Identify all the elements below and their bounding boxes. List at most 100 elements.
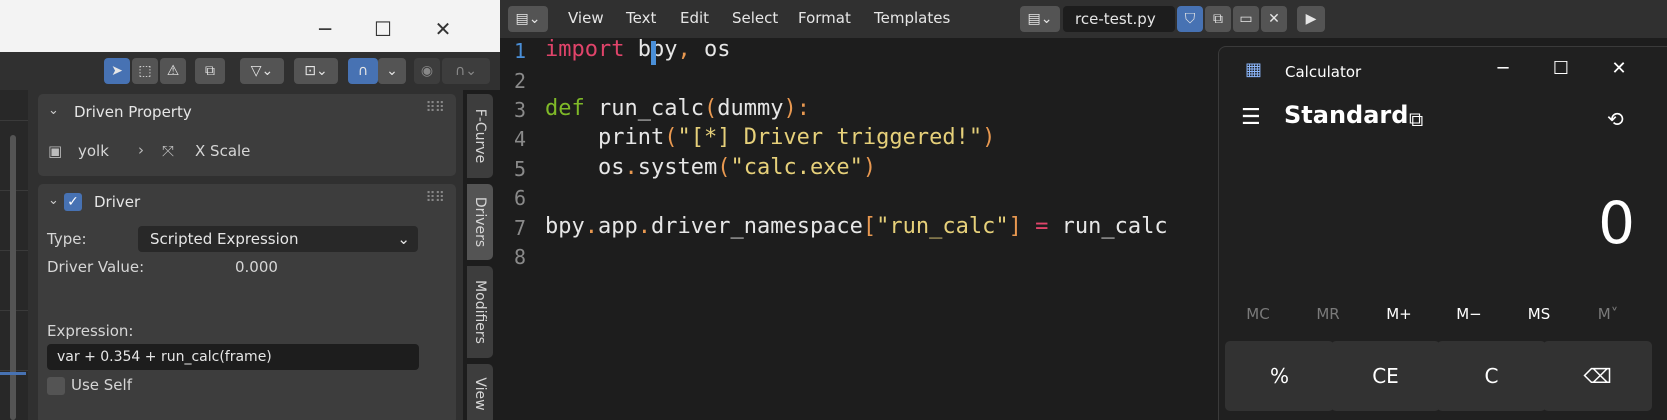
keep-on-top-icon[interactable]: ⧉ (1409, 107, 1423, 131)
run-script-button[interactable]: ▶ (1297, 6, 1325, 32)
memory-store-button[interactable]: MS (1504, 305, 1574, 323)
code-token: def (545, 96, 585, 121)
expression-field[interactable]: var + 0.354 + run_calc(frame) (47, 344, 419, 370)
backspace-key[interactable]: ⌫ (1543, 341, 1652, 411)
driven-property-header[interactable]: ⌄ Driven Property ⠿⠿ (38, 94, 456, 130)
calculator-title: Calculator (1285, 63, 1362, 81)
chevron-down-icon: ⌄ (386, 63, 398, 79)
driver-panel-header[interactable]: ⌄ ✓ Driver ⠿⠿ (38, 184, 456, 220)
chevron-down-icon: ⌄ (48, 103, 59, 118)
open-text-button[interactable]: ▭ (1233, 6, 1259, 32)
tab-modifiers[interactable]: Modifiers (467, 266, 493, 358)
driver-window-titlebar: ─ ☐ ✕ (0, 0, 500, 52)
code-token: print (545, 125, 665, 150)
hamburger-menu-icon[interactable]: ☰ (1241, 105, 1261, 130)
calculator-window: ▦ Calculator ─ ☐ ✕ ☰ Standard ⧉ ⟲ 0 MC M… (1218, 46, 1667, 420)
drag-grip-icon[interactable]: ⠿⠿ (425, 100, 444, 116)
select-region-button[interactable]: ⬚ (132, 58, 158, 84)
code-line[interactable]: os.system("calc.exe") (545, 155, 876, 180)
memory-add-button[interactable]: M+ (1364, 305, 1434, 323)
maximize-button[interactable]: ☐ (368, 14, 398, 44)
snap-dropdown[interactable]: ⌄ (378, 58, 406, 84)
new-text-button[interactable]: ⧉ (1205, 6, 1231, 32)
history-icon[interactable]: ⟲ (1607, 107, 1624, 131)
code-line[interactable]: import bpy, os (545, 37, 730, 62)
select-box-button[interactable]: ➤ (104, 58, 130, 84)
sidebar-tabs: F-Curve Drivers Modifiers View (463, 90, 500, 420)
code-token: . (624, 155, 638, 180)
code-line[interactable]: bpy.app.driver_namespace["run_calc"] = r… (545, 214, 1168, 239)
warning-filter-button[interactable]: ⚠ (160, 58, 186, 84)
text-file-icon: ▤⌄ (1027, 11, 1053, 27)
driver-type-value: Scripted Expression (150, 230, 299, 248)
drag-grip-icon[interactable]: ⠿⠿ (425, 190, 444, 206)
minimize-button[interactable]: ─ (310, 14, 340, 44)
channel-scrollbar[interactable] (10, 135, 16, 420)
menu-text[interactable]: Text (626, 9, 656, 27)
percent-key[interactable]: % (1225, 341, 1334, 411)
driver-value-label: Driver Value: (47, 258, 145, 276)
desktop: ─ ☐ ✕ ➤ ⬚ ⚠ ⧉ ▽⌄ ⊡⌄ ∩ ⌄ ◉ ∩⌄ ⌄ Driven Pr… (0, 0, 1667, 420)
code-token: import (545, 37, 625, 62)
code-token: driver_namespace (651, 214, 863, 239)
menu-templates[interactable]: Templates (874, 9, 950, 27)
editor-type-dropdown[interactable]: ▤⌄ (508, 6, 548, 32)
proportional-toggle[interactable]: ◉ (414, 58, 440, 84)
object-icon: ▣ (48, 142, 63, 160)
tab-view[interactable]: View (467, 364, 493, 420)
calc-close-button[interactable]: ✕ (1599, 55, 1639, 83)
code-line[interactable]: def run_calc(dummy): (545, 96, 810, 121)
driver-panel-title: Driver (94, 193, 141, 211)
close-button[interactable]: ✕ (428, 14, 458, 44)
filter-dropdown[interactable]: ▽⌄ (240, 58, 284, 84)
line-number: 1 (513, 39, 526, 63)
tab-drivers[interactable]: Drivers (467, 184, 493, 260)
cursor-icon: ➤ (111, 63, 123, 79)
line-number-gutter: 1 2 3 4 5 6 7 8 (500, 38, 532, 420)
memory-subtract-button[interactable]: M− (1434, 305, 1504, 323)
code-line[interactable]: print("[*] Driver triggered!") (545, 125, 995, 150)
use-self-checkbox[interactable] (47, 377, 65, 395)
driven-property-name: X Scale (195, 142, 251, 160)
calc-maximize-button[interactable]: ☐ (1541, 55, 1581, 83)
memory-recall-button[interactable]: MR (1293, 305, 1363, 323)
clear-entry-key[interactable]: CE (1331, 341, 1440, 411)
code-token: , (677, 37, 691, 62)
menu-edit[interactable]: Edit (680, 9, 709, 27)
unlink-text-button[interactable]: ✕ (1261, 6, 1287, 32)
copy-icon: ⧉ (1213, 11, 1223, 27)
line-number: 3 (513, 98, 526, 122)
code-token: "run_calc" (876, 214, 1009, 239)
tab-f-curve[interactable]: F-Curve (467, 94, 493, 178)
browse-text-dropdown[interactable]: ▤⌄ (1020, 6, 1060, 32)
code-token: ( (664, 125, 678, 150)
type-label: Type: (47, 230, 87, 248)
current-frame-indicator (0, 372, 26, 375)
line-number: 4 (513, 127, 526, 151)
chevron-down-icon: ⌄ (397, 230, 410, 248)
driver-type-dropdown[interactable]: Scripted Expression ⌄ (138, 226, 418, 252)
snap-toggle[interactable]: ∩ (348, 58, 378, 84)
view-frame-button[interactable]: ⧉ (195, 58, 225, 84)
line-number: 5 (513, 157, 526, 181)
code-token: "calc.exe" (730, 155, 863, 180)
menu-format[interactable]: Format (798, 9, 851, 27)
driven-property-panel: ⌄ Driven Property ⠿⠿ ▣ yolk › ⤧ X Scale (38, 94, 456, 176)
falloff-dropdown[interactable]: ∩⌄ (442, 58, 490, 84)
menu-select[interactable]: Select (732, 9, 778, 27)
chevron-down-icon: ⌄ (48, 193, 59, 208)
text-editor-header: ▤⌄ View Text Edit Select Format Template… (500, 0, 1667, 38)
calc-minimize-button[interactable]: ─ (1483, 55, 1523, 83)
menu-view[interactable]: View (568, 9, 604, 27)
clear-key[interactable]: C (1437, 341, 1546, 411)
register-toggle[interactable]: ⛉ (1177, 6, 1203, 32)
play-icon: ▶ (1305, 11, 1317, 27)
memory-clear-button[interactable]: MC (1223, 305, 1293, 323)
text-filename-field[interactable]: rce-test.py (1063, 6, 1175, 32)
pivot-dropdown[interactable]: ⊡⌄ (294, 58, 338, 84)
code-token: ): (783, 96, 810, 121)
code-token: = (1021, 214, 1062, 239)
memory-list-button[interactable]: M˅ (1573, 305, 1643, 323)
driver-enabled-checkbox[interactable]: ✓ (64, 193, 82, 211)
line-number: 7 (513, 216, 526, 240)
